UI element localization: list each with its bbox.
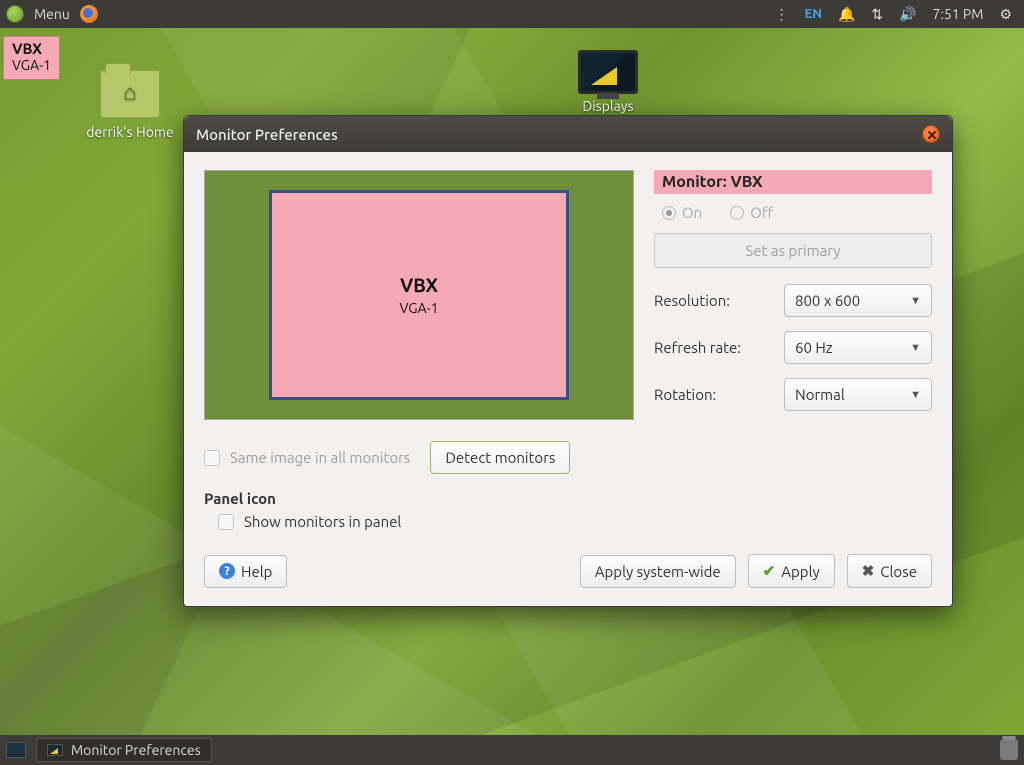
close-button[interactable]: ✖ Close (847, 554, 932, 588)
overlay-monitor-connector: VGA-1 (12, 57, 51, 73)
radio-unselected-icon (730, 206, 744, 220)
distro-logo-icon[interactable] (6, 5, 24, 23)
resolution-select[interactable]: 800 x 600 ▼ (784, 284, 932, 317)
monitor-on-radio[interactable]: On (662, 204, 702, 221)
menu-button[interactable]: Menu (34, 6, 70, 22)
trash-icon[interactable] (1000, 740, 1018, 760)
preview-monitor-connector: VGA-1 (399, 300, 438, 316)
monitor-icon (578, 50, 638, 94)
show-in-panel-label: Show monitors in panel (244, 513, 401, 530)
same-image-label: Same image in all monitors (230, 449, 410, 466)
indicator-grip-icon: ⋮ (775, 6, 789, 23)
rotation-select[interactable]: Normal ▼ (784, 378, 932, 411)
folder-icon: ⌂ (100, 70, 160, 118)
panel-icon-section-header: Panel icon (204, 490, 932, 507)
network-updown-icon[interactable]: ⇅ (871, 6, 883, 23)
displays-label: Displays (558, 98, 658, 114)
checkbox-icon (218, 514, 234, 530)
home-folder-label: derrik's Home (80, 124, 180, 140)
chevron-down-icon: ▼ (910, 389, 921, 401)
house-icon: ⌂ (123, 80, 136, 106)
top-panel: Menu ⋮ EN 🔔 ⇅ 🔊 7:51 PM ⚙ (0, 0, 1024, 28)
checkmark-icon: ✔ (763, 562, 776, 580)
taskbar-entry-label: Monitor Preferences (71, 742, 201, 758)
checkbox-icon (204, 450, 220, 466)
firefox-icon[interactable] (80, 5, 98, 23)
refresh-rate-select[interactable]: 60 Hz ▼ (784, 331, 932, 364)
monitor-power-radiogroup: On Off (654, 202, 932, 233)
same-image-checkbox[interactable]: Same image in all monitors (204, 449, 410, 466)
radio-selected-icon (662, 206, 676, 220)
detect-monitors-button[interactable]: Detect monitors (430, 441, 570, 474)
bottom-panel: Monitor Preferences (0, 735, 1024, 765)
selected-monitor-header: Monitor: VBX (654, 170, 932, 194)
monitor-preview-vbx[interactable]: VBX VGA-1 (269, 190, 569, 400)
taskbar-entry-monitor-preferences[interactable]: Monitor Preferences (36, 738, 212, 762)
window-titlebar[interactable]: Monitor Preferences (184, 116, 952, 152)
chevron-down-icon: ▼ (910, 295, 921, 307)
keyboard-language-indicator[interactable]: EN (805, 7, 822, 21)
monitor-prefs-icon (47, 744, 63, 756)
ruler-icon (591, 67, 617, 85)
apply-system-wide-button[interactable]: Apply system-wide (580, 555, 736, 588)
close-icon: ✖ (862, 562, 875, 580)
clock[interactable]: 7:51 PM (933, 6, 984, 22)
window-close-button[interactable] (922, 125, 940, 143)
monitor-identity-overlay: VBX VGA-1 (3, 36, 60, 80)
monitor-preferences-window: Monitor Preferences VBX VGA-1 Monitor: V… (183, 115, 953, 607)
monitor-layout-preview[interactable]: VBX VGA-1 (204, 170, 634, 420)
help-icon: ? (219, 563, 235, 579)
chevron-down-icon: ▼ (910, 342, 921, 354)
monitor-off-radio[interactable]: Off (730, 204, 773, 221)
home-folder-desktop-icon[interactable]: ⌂ derrik's Home (80, 70, 180, 140)
refresh-rate-value: 60 Hz (795, 339, 833, 356)
overlay-monitor-name: VBX (12, 40, 42, 57)
rotation-value: Normal (795, 386, 845, 403)
displays-desktop-icon[interactable]: Displays (558, 50, 658, 114)
settings-gear-icon[interactable]: ⚙ (999, 6, 1012, 23)
set-as-primary-button[interactable]: Set as primary (654, 233, 932, 268)
volume-icon[interactable]: 🔊 (899, 6, 916, 23)
notification-bell-icon[interactable]: 🔔 (838, 6, 855, 23)
resolution-label: Resolution: (654, 292, 784, 309)
apply-button[interactable]: ✔ Apply (748, 554, 835, 588)
help-button[interactable]: ? Help (204, 555, 287, 588)
refresh-rate-label: Refresh rate: (654, 339, 784, 356)
show-desktop-button[interactable] (6, 742, 26, 758)
show-monitors-in-panel-checkbox[interactable]: Show monitors in panel (204, 513, 932, 530)
rotation-label: Rotation: (654, 386, 784, 403)
preview-monitor-name: VBX (400, 274, 438, 296)
resolution-value: 800 x 600 (795, 292, 860, 309)
tray-displays-icon[interactable] (966, 743, 986, 757)
window-title: Monitor Preferences (196, 126, 338, 143)
